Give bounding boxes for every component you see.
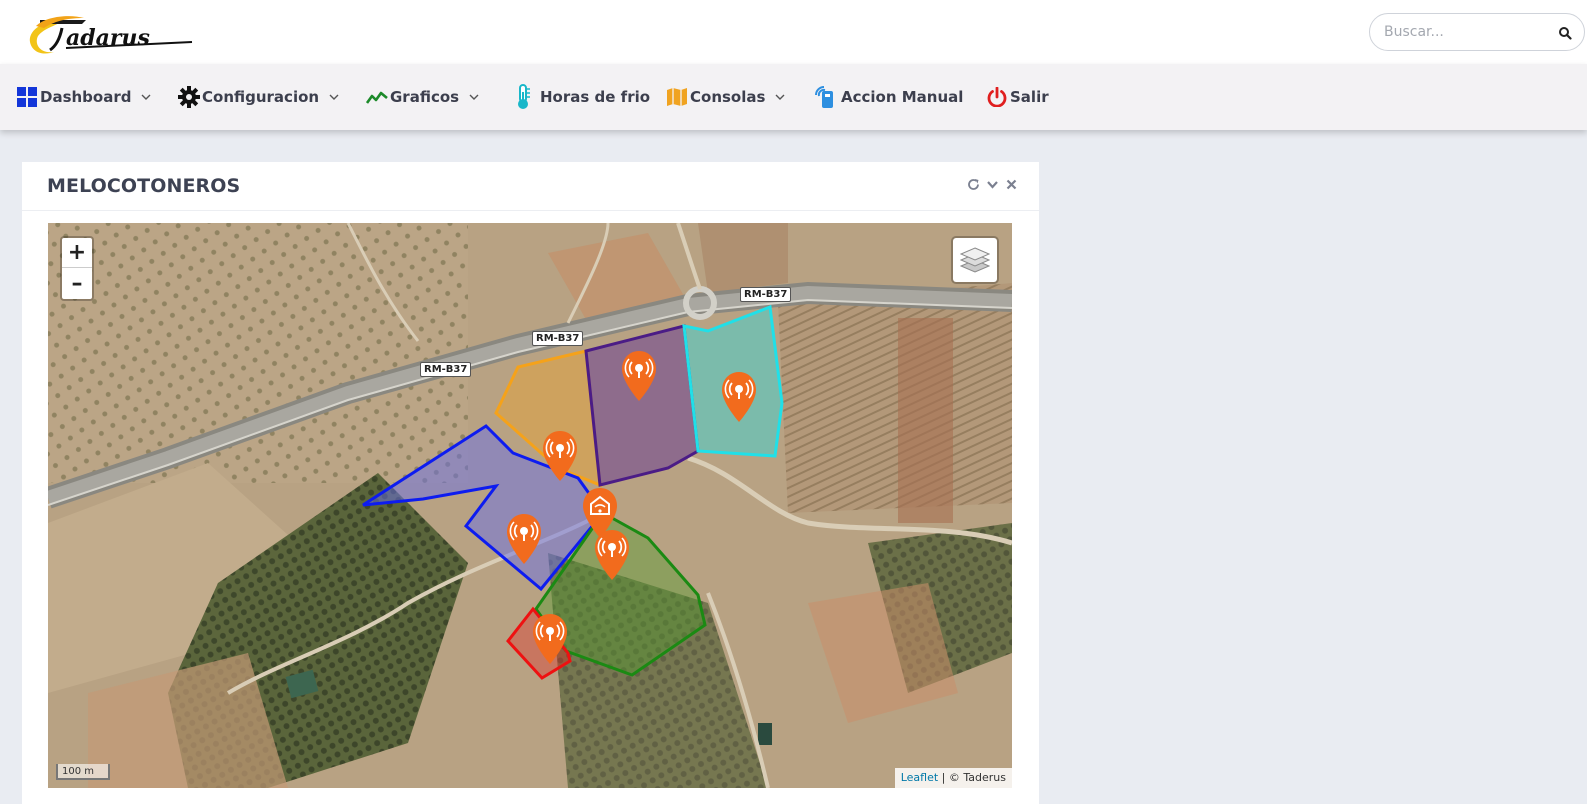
nav-graficos-label: Graficos: [390, 88, 460, 106]
map-attribution: Leaflet | © Taderus: [894, 768, 1012, 788]
nav-consolas-label: Consolas: [690, 88, 766, 106]
nav-accion-manual[interactable]: Accion Manual: [814, 64, 963, 130]
remote-control-icon: [814, 85, 836, 109]
search-box[interactable]: [1369, 13, 1585, 51]
sensor-marker[interactable]: [542, 430, 578, 482]
collapse-icon[interactable]: [986, 176, 999, 189]
sensor-marker[interactable]: [721, 371, 757, 423]
chevron-down-icon: [141, 94, 151, 100]
satellite-map[interactable]: RM-B37 RM-B37 RM-B37 + – 100 m Leaflet |…: [48, 223, 1012, 788]
map-icon: [666, 85, 688, 109]
power-icon: [986, 85, 1008, 109]
search-icon[interactable]: [1558, 25, 1572, 40]
nav-configuracion[interactable]: Configuracion: [178, 64, 339, 130]
gear-icon: [178, 85, 200, 109]
taderus-logo[interactable]: adarus: [26, 12, 194, 58]
leaflet-link[interactable]: Leaflet: [901, 771, 938, 784]
close-icon[interactable]: [1005, 176, 1018, 190]
nav-configuracion-label: Configuracion: [202, 88, 320, 106]
line-chart-icon: [366, 85, 388, 109]
refresh-icon[interactable]: [967, 176, 980, 190]
panel-tools: [967, 176, 1018, 190]
sensor-marker[interactable]: [621, 350, 657, 402]
layers-icon: [960, 247, 990, 273]
layers-button[interactable]: [951, 236, 999, 284]
panel-title: MELOCOTONEROS: [47, 175, 241, 197]
zoom-control: + –: [60, 236, 94, 301]
thermometer-icon: [512, 84, 534, 109]
nav-horas-de-frio[interactable]: Horas de frio: [512, 64, 650, 130]
road-label: RM-B37: [420, 362, 472, 377]
nav-graficos[interactable]: Graficos: [366, 64, 479, 130]
zoom-in-button[interactable]: +: [62, 238, 92, 268]
chevron-down-icon: [469, 94, 479, 100]
nav-salir[interactable]: Salir: [986, 64, 1049, 130]
search-input[interactable]: [1384, 22, 1544, 42]
main-nav: Dashboard Configuracion Graficos Horas d…: [0, 64, 1587, 130]
zoom-out-button[interactable]: –: [62, 268, 92, 298]
nav-consolas[interactable]: Consolas: [666, 64, 785, 130]
scale-bar: 100 m: [56, 764, 110, 780]
road-label: RM-B37: [532, 331, 584, 346]
map-panel: MELOCOTONEROS RM-B37 RM-B37 RM-B37 + – 1…: [22, 162, 1039, 804]
dashboard-grid-icon: [16, 85, 38, 109]
nav-salir-label: Salir: [1010, 88, 1049, 106]
sensor-marker[interactable]: [594, 529, 630, 581]
nav-dashboard-label: Dashboard: [40, 88, 132, 106]
panel-header: MELOCOTONEROS: [22, 162, 1039, 211]
road-label: RM-B37: [740, 287, 792, 302]
nav-accion-manual-label: Accion Manual: [841, 88, 964, 106]
sensor-marker[interactable]: [506, 513, 542, 565]
attribution-text: | © Taderus: [938, 771, 1006, 784]
chevron-down-icon: [775, 94, 785, 100]
top-bar: adarus: [0, 0, 1587, 64]
chevron-down-icon: [329, 94, 339, 100]
nav-dashboard[interactable]: Dashboard: [16, 64, 151, 130]
nav-horas-de-frio-label: Horas de frio: [540, 88, 651, 106]
sensor-marker[interactable]: [532, 613, 568, 665]
satellite-imagery: [48, 223, 1012, 788]
